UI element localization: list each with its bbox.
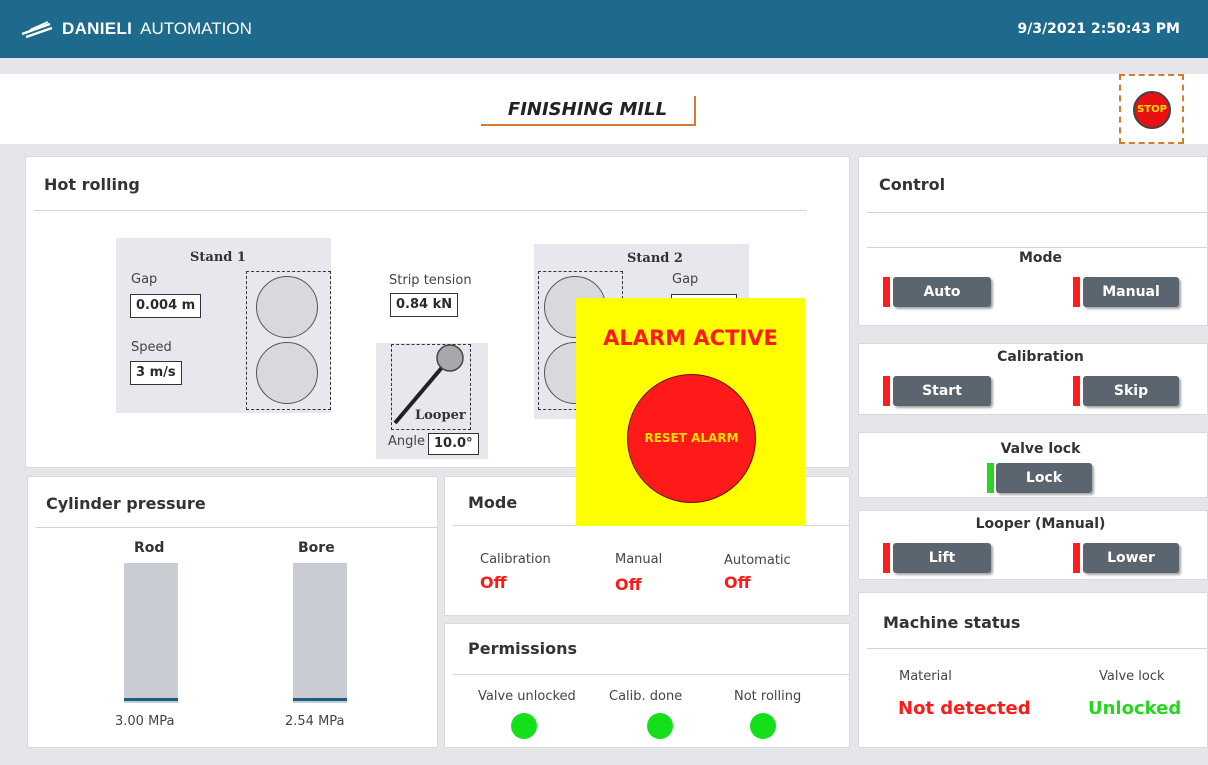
calibration-skip-button[interactable]: Skip bbox=[1083, 376, 1179, 406]
valve-lock-panel: Valve lock Lock bbox=[858, 432, 1208, 498]
reset-alarm-button[interactable]: RESET ALARM bbox=[627, 374, 756, 503]
divider bbox=[867, 648, 1207, 649]
looper-manual-panel: Looper (Manual) Lift Lower bbox=[858, 510, 1208, 580]
permissions-panel: Permissions Valve unlocked Calib. done N… bbox=[444, 623, 850, 748]
rod-label: Rod bbox=[134, 540, 165, 556]
automatic-status-value: Off bbox=[724, 573, 751, 592]
calibration-status-label: Calibration bbox=[480, 552, 551, 567]
calibration-title: Calibration bbox=[997, 349, 1084, 365]
brand-name: DANIELI bbox=[62, 19, 133, 38]
lift-indicator bbox=[883, 543, 890, 573]
rod-pressure-value: 3.00 MPa bbox=[115, 714, 175, 729]
control-panel: Control Mode Auto Manual bbox=[858, 156, 1208, 326]
calibration-panel: Calibration Start Skip bbox=[858, 343, 1208, 415]
automatic-status-label: Automatic bbox=[724, 553, 791, 568]
divider bbox=[867, 212, 1207, 213]
strip-tension-value: 0.84 kN bbox=[390, 293, 459, 317]
strip-tension-label: Strip tension bbox=[389, 273, 472, 288]
rod-pressure-bar bbox=[124, 563, 178, 703]
material-label: Material bbox=[899, 669, 952, 684]
auto-indicator bbox=[883, 277, 890, 307]
calibration-start-button[interactable]: Start bbox=[893, 376, 991, 406]
valve-lock-button[interactable]: Lock bbox=[996, 463, 1092, 493]
start-indicator bbox=[883, 376, 890, 406]
valve-lock-status-value: Unlocked bbox=[1088, 698, 1182, 719]
bore-pressure-bar bbox=[293, 563, 347, 703]
divider bbox=[453, 674, 849, 675]
mode-status-title: Mode bbox=[468, 493, 518, 512]
rod-pressure-level bbox=[124, 698, 178, 701]
stand-1-gap-value: 0.004 m bbox=[130, 294, 202, 318]
hot-rolling-title: Hot rolling bbox=[44, 175, 140, 194]
looper-lift-button[interactable]: Lift bbox=[893, 543, 991, 573]
looper-label: Looper bbox=[415, 408, 466, 423]
brand-suffix: AUTOMATION bbox=[140, 19, 252, 38]
bore-pressure-level bbox=[293, 698, 347, 701]
alarm-title: ALARM ACTIVE bbox=[603, 326, 778, 350]
skip-indicator bbox=[1073, 376, 1080, 406]
stop-button-frame: STOP bbox=[1119, 74, 1184, 144]
danieli-logo-icon bbox=[21, 21, 53, 39]
calib-done-led bbox=[647, 713, 673, 739]
looper-manual-title: Looper (Manual) bbox=[975, 516, 1106, 532]
angle-value: 10.0° bbox=[428, 433, 479, 455]
lower-indicator bbox=[1073, 543, 1080, 573]
stand-1-speed-label: Speed bbox=[131, 340, 172, 355]
looper: Looper Angle 10.0° bbox=[376, 343, 488, 459]
brand: DANIELI AUTOMATION bbox=[20, 18, 252, 40]
stand-1-speed-value: 3 m/s bbox=[130, 361, 182, 385]
calib-done-label: Calib. done bbox=[609, 689, 683, 704]
stop-button[interactable]: STOP bbox=[1133, 91, 1171, 129]
control-mode-title: Mode bbox=[1018, 250, 1063, 266]
auto-button[interactable]: Auto bbox=[893, 277, 991, 307]
valve-lock-title: Valve lock bbox=[1000, 441, 1081, 457]
manual-button[interactable]: Manual bbox=[1083, 277, 1179, 307]
divider bbox=[867, 247, 1207, 248]
valve-unlocked-label: Valve unlocked bbox=[478, 689, 576, 704]
manual-indicator bbox=[1073, 277, 1080, 307]
manual-status-label: Manual bbox=[615, 552, 663, 567]
divider bbox=[34, 210, 807, 211]
material-value: Not detected bbox=[898, 698, 1031, 719]
cylinder-pressure-panel: Cylinder pressure Rod 3.00 MPa Bore 2.54… bbox=[27, 476, 438, 748]
divider bbox=[36, 527, 437, 528]
stand-2-gap-label: Gap bbox=[672, 272, 699, 287]
alarm-overlay: ALARM ACTIVE RESET ALARM bbox=[576, 298, 805, 526]
bore-label: Bore bbox=[298, 540, 335, 556]
control-title: Control bbox=[879, 175, 946, 194]
top-bar: DANIELI AUTOMATION 9/3/2021 2:50:43 PM bbox=[0, 0, 1208, 58]
date-time: 9/3/2021 2:50:43 PM bbox=[1017, 21, 1180, 37]
lock-indicator bbox=[987, 463, 994, 493]
title-bar: FINISHING MILL bbox=[0, 74, 1208, 144]
machine-status-title: Machine status bbox=[883, 613, 1021, 632]
page-title: FINISHING MILL bbox=[481, 96, 696, 126]
cylinder-pressure-title: Cylinder pressure bbox=[46, 494, 206, 513]
not-rolling-label: Not rolling bbox=[734, 689, 802, 704]
stand-2-title: Stand 2 bbox=[627, 251, 683, 266]
stand-1-title: Stand 1 bbox=[190, 250, 246, 265]
looper-lower-button[interactable]: Lower bbox=[1083, 543, 1179, 573]
machine-status-panel: Machine status Material Not detected Val… bbox=[858, 592, 1208, 748]
angle-label: Angle bbox=[388, 434, 425, 449]
calibration-status-value: Off bbox=[480, 573, 507, 592]
valve-unlocked-led bbox=[511, 713, 537, 739]
bore-pressure-value: 2.54 MPa bbox=[285, 714, 345, 729]
not-rolling-led bbox=[750, 713, 776, 739]
valve-lock-status-label: Valve lock bbox=[1099, 669, 1165, 684]
stand-1-top-roller bbox=[256, 276, 318, 338]
stand-1-bottom-roller bbox=[256, 342, 318, 404]
stand-1-gap-label: Gap bbox=[131, 272, 158, 287]
manual-status-value: Off bbox=[615, 575, 642, 594]
permissions-title: Permissions bbox=[468, 639, 578, 658]
stand-1: Stand 1 Gap 0.004 m Speed 3 m/s bbox=[116, 238, 331, 413]
